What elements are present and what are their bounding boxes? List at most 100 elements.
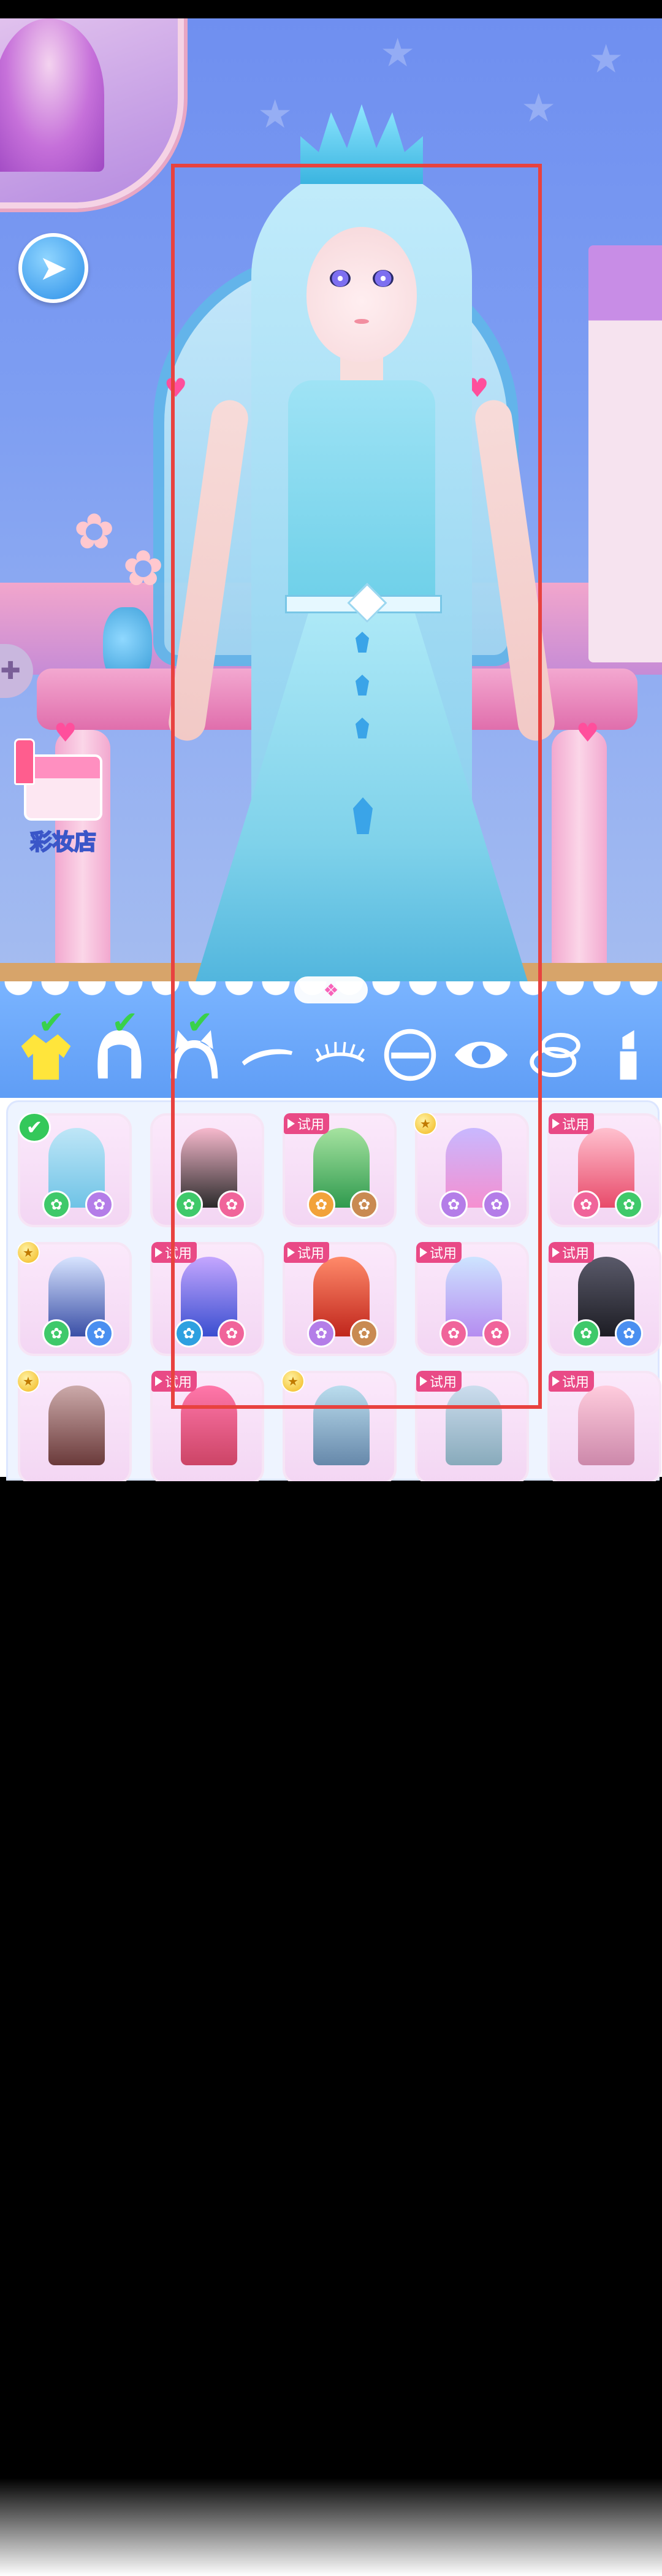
flower-decoration: ✿ bbox=[123, 540, 164, 597]
category-bar: ❖ ✔ ✔ ✔ bbox=[0, 976, 662, 1104]
outfit-card[interactable]: ★ ✿ ✿ bbox=[18, 1241, 132, 1356]
outfit-card[interactable]: ★ bbox=[18, 1370, 132, 1481]
play-icon bbox=[552, 1119, 560, 1129]
tab-eyebrow[interactable] bbox=[233, 1018, 300, 1092]
check-icon: ✔ bbox=[112, 1005, 139, 1041]
style-tag-icon: ✿ bbox=[175, 1190, 203, 1219]
compact-icon bbox=[530, 1033, 580, 1077]
style-tag-icon: ✿ bbox=[42, 1319, 70, 1347]
dress-bodice bbox=[288, 380, 435, 613]
trial-label: 试用 bbox=[297, 1246, 325, 1262]
style-tag-icon: ✿ bbox=[615, 1319, 643, 1347]
outfit-card[interactable]: 试用 ✿ ✿ bbox=[150, 1242, 264, 1356]
style-tag-icon: ✿ bbox=[307, 1190, 335, 1219]
trial-badge: 试用 bbox=[151, 1242, 197, 1263]
style-tag-icon: ✿ bbox=[307, 1319, 335, 1347]
trial-badge: 试用 bbox=[284, 1242, 330, 1263]
outfit-thumbnail bbox=[446, 1386, 502, 1465]
style-tag-icon: ✿ bbox=[615, 1190, 643, 1219]
style-tag-icon: ✿ bbox=[439, 1319, 468, 1347]
eyebrow-icon bbox=[242, 1049, 293, 1066]
outfit-card[interactable]: ✿ ✿ bbox=[150, 1113, 264, 1227]
flower-decoration: ✿ bbox=[74, 503, 115, 560]
puzzle-icon: ✚ bbox=[0, 657, 21, 685]
coin-icon: ★ bbox=[414, 1113, 437, 1135]
selected-check-icon: ✔ bbox=[18, 1113, 51, 1143]
outfit-thumbnail bbox=[48, 1386, 105, 1465]
crystal-crown bbox=[300, 104, 423, 184]
outfit-card[interactable]: 试用 bbox=[415, 1371, 529, 1481]
outfit-card[interactable]: 试用 ✿ ✿ bbox=[415, 1242, 529, 1356]
makeup-store-button[interactable]: 彩妆店 bbox=[14, 738, 109, 856]
star-decoration: ★ bbox=[380, 31, 416, 76]
dresser-leg bbox=[552, 730, 607, 994]
outfit-card[interactable]: 试用 ✿ ✿ bbox=[547, 1242, 661, 1356]
style-tag-icon: ✿ bbox=[572, 1319, 600, 1347]
trial-badge: 试用 bbox=[151, 1371, 197, 1392]
style-tag-icon: ✿ bbox=[175, 1319, 203, 1347]
status-bar bbox=[0, 0, 662, 18]
coin-icon: ★ bbox=[18, 1370, 40, 1393]
back-button[interactable]: ➤ bbox=[18, 233, 88, 303]
outfit-panel-inner: ✔ ✿ ✿ ✿ ✿ 试用 ✿ ✿ ★ ✿ ✿ 试用 ✿ ✿ ★ ✿ ✿ 试用 ✿ ✿ 试用 ✿ ✿ 试用 ✿ ✿ 试用 ✿ ✿ ★ 试用 ★ 试… bbox=[6, 1100, 662, 1481]
outfit-card[interactable]: ★ ✿ ✿ bbox=[414, 1113, 529, 1227]
panel-fade bbox=[0, 2478, 662, 2576]
outfit-card[interactable]: ✔ ✿ ✿ bbox=[18, 1113, 132, 1227]
eyelash-icon bbox=[315, 1041, 365, 1063]
outfit-card[interactable]: 试用 ✿ ✿ bbox=[283, 1242, 397, 1356]
doll-character[interactable] bbox=[166, 104, 557, 994]
style-tag-icon: ✿ bbox=[218, 1190, 246, 1219]
character-arm bbox=[473, 397, 557, 743]
tab-eyeshadow[interactable] bbox=[376, 1018, 444, 1092]
tab-lipstick[interactable] bbox=[595, 1018, 662, 1092]
style-tag-icon: ✿ bbox=[350, 1190, 378, 1219]
tab-eye[interactable] bbox=[447, 1018, 515, 1092]
play-icon bbox=[287, 1248, 295, 1257]
outfit-card[interactable]: 试用 ✿ ✿ bbox=[547, 1113, 661, 1227]
character-eye bbox=[330, 270, 351, 287]
style-tag-icon: ✿ bbox=[439, 1190, 468, 1219]
trial-badge: 试用 bbox=[416, 1371, 462, 1392]
play-icon bbox=[552, 1376, 560, 1386]
play-icon bbox=[287, 1119, 295, 1129]
heart-icon: ♥ bbox=[576, 718, 599, 748]
play-icon bbox=[420, 1376, 427, 1386]
trial-badge: 试用 bbox=[416, 1242, 462, 1263]
trial-label: 试用 bbox=[165, 1375, 192, 1390]
trial-badge: 试用 bbox=[549, 1113, 595, 1134]
trial-badge: 试用 bbox=[549, 1371, 595, 1392]
wall-poster bbox=[0, 18, 184, 209]
style-tag-icon: ✿ bbox=[350, 1319, 378, 1347]
eye-icon bbox=[454, 1041, 508, 1068]
style-tag-icon: ✿ bbox=[482, 1190, 511, 1219]
trial-badge: 试用 bbox=[549, 1242, 595, 1263]
outfit-card[interactable]: 试用 bbox=[150, 1371, 264, 1481]
heart-icon: ♥ bbox=[54, 718, 77, 748]
tab-eyelash[interactable] bbox=[306, 1018, 374, 1092]
trial-label: 试用 bbox=[165, 1246, 192, 1262]
dressing-room-scene: ★ ★ ★ ★ ♥ ♥ ✿ ✿ ♥ ♥ ➤ ✚ 彩妆店 bbox=[0, 18, 662, 994]
makeup-store-label: 彩妆店 bbox=[29, 829, 97, 856]
style-tag-icon: ✿ bbox=[482, 1319, 511, 1347]
character-face bbox=[306, 227, 417, 362]
play-icon bbox=[155, 1376, 162, 1386]
play-icon bbox=[420, 1248, 427, 1257]
trial-label: 试用 bbox=[430, 1246, 457, 1262]
trial-label: 试用 bbox=[430, 1375, 457, 1390]
trial-label: 试用 bbox=[562, 1375, 590, 1390]
bar-ornament: ❖ bbox=[294, 976, 368, 1003]
star-decoration: ★ bbox=[588, 37, 624, 82]
trial-label: 试用 bbox=[562, 1246, 590, 1262]
trial-label: 试用 bbox=[297, 1117, 325, 1133]
tab-blush[interactable] bbox=[522, 1018, 590, 1092]
outfit-grid: ✔ ✿ ✿ ✿ ✿ 试用 ✿ ✿ ★ ✿ ✿ 试用 ✿ ✿ ★ ✿ ✿ 试用 ✿ ✿ 试用 ✿ ✿ 试用 ✿ ✿ 试用 ✿ ✿ ★ 试用 ★ 试… bbox=[18, 1113, 662, 1481]
outfit-card[interactable]: ★ bbox=[281, 1370, 397, 1481]
outfit-card[interactable]: 试用 ✿ ✿ bbox=[283, 1113, 397, 1227]
style-tag-icon: ✿ bbox=[85, 1190, 113, 1219]
trial-label: 试用 bbox=[562, 1117, 590, 1133]
outfit-thumbnail bbox=[181, 1386, 237, 1465]
poster-image bbox=[0, 18, 104, 172]
coin-icon: ★ bbox=[18, 1241, 40, 1264]
makeup-store-icon bbox=[14, 738, 102, 821]
outfit-card[interactable]: 试用 bbox=[547, 1371, 661, 1481]
